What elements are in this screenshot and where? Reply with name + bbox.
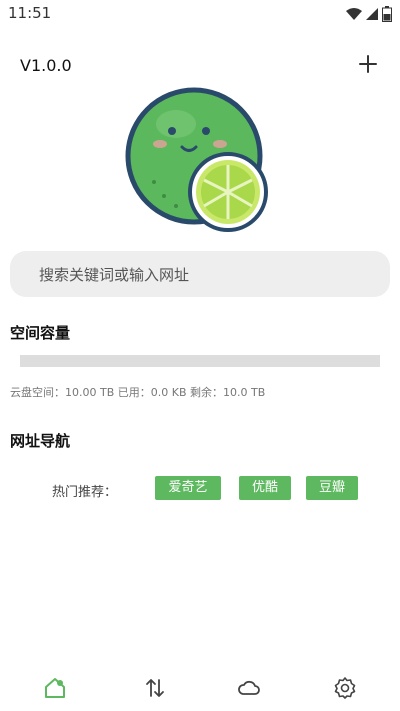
- search-placeholder: 搜索关键词或输入网址: [39, 266, 190, 284]
- lime-mascot-logo: [125, 87, 268, 232]
- plus-icon: [359, 55, 377, 73]
- home-icon: [45, 678, 65, 698]
- link-youku-button[interactable]: 优酷: [239, 476, 291, 500]
- battery-icon: [382, 6, 392, 22]
- bottom-navigation: [0, 668, 400, 708]
- status-bar: 11:51: [0, 0, 400, 28]
- status-time: 11:51: [8, 4, 52, 22]
- wifi-icon: [346, 8, 362, 20]
- nav-transfer-button[interactable]: [143, 676, 167, 700]
- cloud-space-info: 云盘空间：10.00 TB 已用：0.0 KB 剩余：10.0 TB: [10, 386, 266, 399]
- version-label: V1.0.0: [20, 56, 72, 75]
- transfer-icon: [146, 679, 164, 697]
- settings-icon: [334, 677, 356, 699]
- hot-recommend-label: 热门推荐：: [52, 485, 118, 500]
- url-navigation-title: 网址导航: [10, 432, 71, 450]
- capacity-title: 空间容量: [10, 324, 71, 342]
- search-input[interactable]: 搜索关键词或输入网址: [10, 251, 390, 297]
- top-bar: V1.0.0: [0, 48, 400, 84]
- cloud-icon: [238, 680, 260, 695]
- nav-settings-button[interactable]: [333, 676, 357, 700]
- signal-icon: [366, 8, 378, 20]
- nav-cloud-button[interactable]: [237, 676, 261, 700]
- add-button[interactable]: [356, 52, 380, 76]
- capacity-progress-bar: [20, 355, 380, 367]
- link-iqiyi-button[interactable]: 爱奇艺: [155, 476, 221, 500]
- hot-recommend-row: 热门推荐： 爱奇艺 优酷 豆瓣: [0, 476, 400, 500]
- status-icons: [346, 6, 392, 22]
- link-douban-button[interactable]: 豆瓣: [306, 476, 358, 500]
- nav-home-button[interactable]: [43, 676, 67, 700]
